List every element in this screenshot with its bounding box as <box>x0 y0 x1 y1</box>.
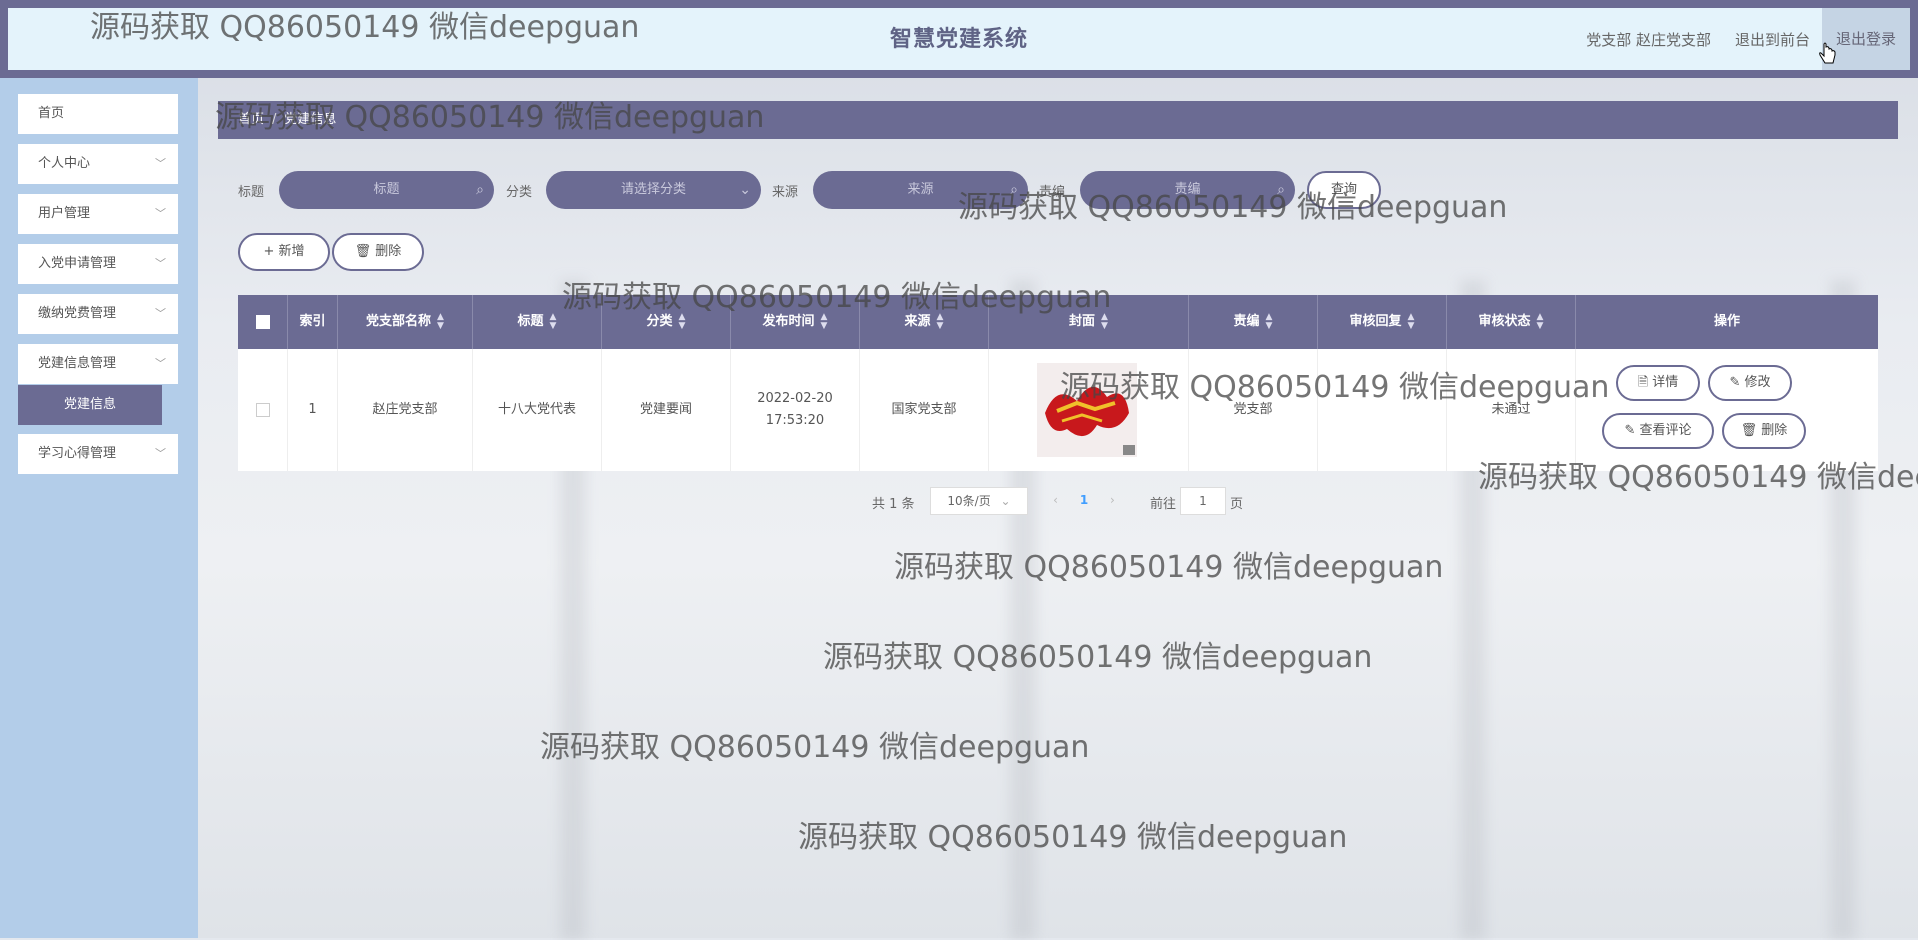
sidebar-item-home[interactable]: 首页 <box>18 94 178 134</box>
chevron-down-icon: ﹀ <box>155 307 166 320</box>
source-filter-label: 来源 <box>772 185 799 200</box>
col-editor[interactable]: 责编 ▲ ▼ <box>1189 295 1318 349</box>
watermark: 源码获取 QQ86050149 微信deepguan <box>823 640 1373 675</box>
sidebar-subitem-party-info[interactable]: 党建信息 <box>18 385 162 425</box>
watermark: 源码获取 QQ86050149 微信deepguan <box>215 100 765 135</box>
goto-page-input[interactable]: 1 <box>1180 487 1226 515</box>
sidebar-item-party-info-management[interactable]: 党建信息管理 ﹀ <box>18 344 178 384</box>
cell-source: 国家党支部 <box>860 349 989 471</box>
select-all-checkbox[interactable] <box>255 314 270 329</box>
hand-cursor-icon <box>1819 42 1836 64</box>
watermark: 源码获取 QQ86050149 微信deepguan <box>958 190 1508 225</box>
sidebar-item-study-notes-management[interactable]: 学习心得管理 ﹀ <box>18 434 178 474</box>
sidebar-item-label: 学习心得管理 <box>38 446 117 461</box>
sidebar-item-label: 缴纳党费管理 <box>38 306 117 321</box>
watermark: 源码获取 QQ86050149 微信deepguan <box>540 730 1090 765</box>
chevron-down-icon: ﹀ <box>155 357 166 370</box>
sort-icon[interactable]: ▲ ▼ <box>1537 312 1544 331</box>
next-page-icon[interactable]: › <box>1110 493 1115 507</box>
page-size-value: 10条/页 <box>947 494 991 508</box>
sort-icon[interactable]: ▲ ▼ <box>550 312 557 331</box>
sort-icon[interactable]: ▲ ▼ <box>1266 312 1273 331</box>
chevron-down-icon: ⌄ <box>739 182 751 198</box>
col-review-reply[interactable]: 审核回复 ▲ ▼ <box>1318 295 1447 349</box>
sidebar-item-dues-management[interactable]: 缴纳党费管理 ﹀ <box>18 294 178 334</box>
chevron-down-icon: ﹀ <box>155 207 166 220</box>
watermark: 源码获取 QQ86050149 微信deepguan <box>562 280 1112 315</box>
source-search-placeholder: 来源 <box>907 182 934 197</box>
watermark: 源码获取 QQ86050149 微信deepguan <box>1478 460 1918 495</box>
cell-branch: 赵庄党支部 <box>338 349 473 471</box>
sidebar-item-user-management[interactable]: 用户管理 ﹀ <box>18 194 178 234</box>
sort-icon[interactable]: ▲ ▼ <box>1408 312 1415 331</box>
title-search-input[interactable]: 标题 ⌕ <box>279 171 494 209</box>
col-review-status[interactable]: 审核状态 ▲ ▼ <box>1447 295 1576 349</box>
select-all-cell <box>238 295 288 349</box>
col-branch[interactable]: 党支部名称 ▲ ▼ <box>338 295 473 349</box>
watermark: 源码获取 QQ86050149 微信deepguan <box>90 10 640 45</box>
chevron-down-icon: ﹀ <box>155 157 166 170</box>
cell-title: 十八大党代表 <box>473 349 602 471</box>
watermark: 源码获取 QQ86050149 微信deepguan <box>1060 370 1610 405</box>
goto-label: 前往 <box>1150 497 1177 512</box>
page-nav: ‹ 1 › <box>1044 487 1124 515</box>
view-comments-button[interactable]: ✎ 查看评论 <box>1602 413 1714 449</box>
watermark: 源码获取 QQ86050149 微信deepguan <box>894 550 1444 585</box>
title-filter-label: 标题 <box>238 185 265 200</box>
back-to-front-link[interactable]: 退出到前台 <box>1723 29 1822 50</box>
sidebar-item-label: 用户管理 <box>38 206 91 221</box>
current-user: 党支部 赵庄党支部 <box>1586 30 1711 49</box>
pagination-total: 共 1 条 <box>872 497 915 512</box>
sidebar-item-label: 首页 <box>38 106 65 121</box>
cell-category: 党建要闻 <box>602 349 731 471</box>
sidebar-item-label: 个人中心 <box>38 156 91 171</box>
header-user-area: 党支部 赵庄党支部 退出到前台 退出登录 <box>1574 8 1910 70</box>
sidebar-item-personal-center[interactable]: 个人中心 ﹀ <box>18 144 178 184</box>
row-select-cell <box>238 349 288 471</box>
chevron-down-icon: ⌄ <box>1000 494 1011 508</box>
batch-delete-button[interactable]: 🗑 删除 <box>332 233 424 271</box>
category-select[interactable]: 请选择分类 ⌄ <box>546 171 761 209</box>
sidebar-item-application-management[interactable]: 入党申请管理 ﹀ <box>18 244 178 284</box>
page-number[interactable]: 1 <box>1080 493 1088 507</box>
title-search-placeholder: 标题 <box>373 182 400 197</box>
page-unit-label: 页 <box>1230 497 1244 512</box>
row-checkbox[interactable] <box>255 402 270 417</box>
col-operations: 操作 <box>1713 314 1740 329</box>
sort-icon[interactable]: ▲ ▼ <box>437 312 444 331</box>
detail-button[interactable]: 🗎 详情 <box>1616 365 1700 401</box>
sidebar-item-label: 入党申请管理 <box>38 256 117 271</box>
category-select-placeholder: 请选择分类 <box>620 182 686 197</box>
sidebar-item-label: 党建信息管理 <box>38 356 117 371</box>
page-size-select[interactable]: 10条/页 ⌄ <box>930 487 1028 515</box>
chevron-down-icon: ﹀ <box>155 257 166 270</box>
search-icon: ⌕ <box>476 182 484 198</box>
prev-page-icon[interactable]: ‹ <box>1053 493 1058 507</box>
row-delete-button[interactable]: 🗑 删除 <box>1722 413 1806 449</box>
edit-button[interactable]: ✎ 修改 <box>1708 365 1792 401</box>
cell-index: 1 <box>288 349 338 471</box>
add-button[interactable]: + 新增 <box>238 233 330 271</box>
col-index: 索引 <box>288 295 338 349</box>
watermark: 源码获取 QQ86050149 微信deepguan <box>798 820 1348 855</box>
category-filter-label: 分类 <box>506 185 533 200</box>
cell-publish-time: 2022-02-20 17:53:20 <box>731 349 860 471</box>
chevron-down-icon: ﹀ <box>155 447 166 460</box>
